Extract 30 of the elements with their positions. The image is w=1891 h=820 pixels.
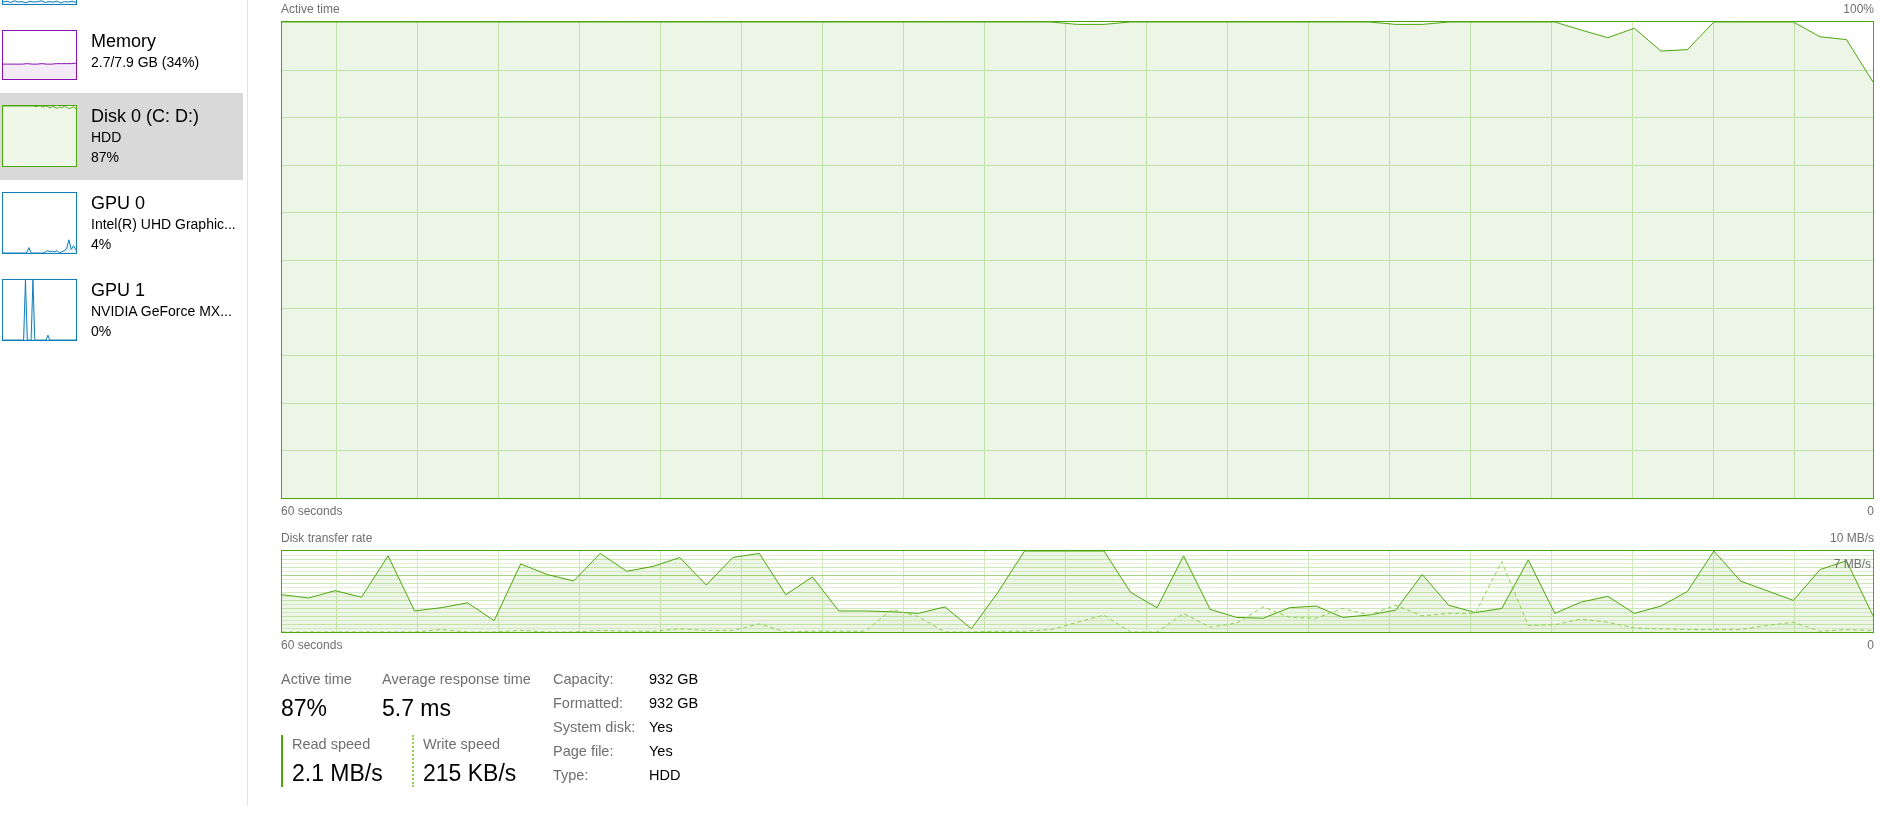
- property-value: HDD: [649, 766, 682, 784]
- stat-label: Read speed: [292, 735, 371, 753]
- property-label: Page file:: [553, 742, 615, 760]
- scale-label: 100%: [1843, 1, 1874, 17]
- property-label: Formatted:: [553, 694, 625, 712]
- property-value: 932 GB: [649, 694, 699, 712]
- axis-label: 0: [1867, 503, 1874, 519]
- property-label: System disk:: [553, 718, 637, 736]
- axis-label: 0: [1867, 637, 1874, 653]
- stat-label: Active time: [281, 670, 352, 688]
- sidebar-item[interactable]: GPU 1 NVIDIA GeForce MX... 0%: [0, 267, 243, 354]
- stat-value: 2.1 MB/s: [292, 759, 383, 787]
- sidebar-item[interactable]: GPU 0 Intel(R) UHD Graphic... 4%: [0, 180, 243, 267]
- stat-label: Average response time: [382, 670, 531, 688]
- stat-value: 215 KB/s: [423, 759, 517, 787]
- axis-label: 60 seconds: [281, 503, 343, 519]
- stat-value: 5.7 ms: [382, 694, 452, 722]
- property-value: Yes: [649, 742, 674, 760]
- axis-label: 60 seconds: [281, 637, 343, 653]
- scale-label: 10 MB/s: [1830, 530, 1874, 546]
- sidebar-item[interactable]: Memory 2.7/7.9 GB (34%): [0, 18, 243, 93]
- property-value: Yes: [649, 718, 674, 736]
- graph-title: Active time: [281, 1, 340, 17]
- property-label: Type:: [553, 766, 590, 784]
- stat-label: Write speed: [423, 735, 501, 753]
- property-value: 932 GB: [649, 670, 699, 688]
- sidebar-item[interactable]: Disk 0 (C: D:) HDD 87%: [0, 93, 243, 180]
- property-label: Capacity:: [553, 670, 615, 688]
- graph-title: Disk transfer rate: [281, 530, 373, 546]
- stat-value: 87%: [281, 694, 328, 722]
